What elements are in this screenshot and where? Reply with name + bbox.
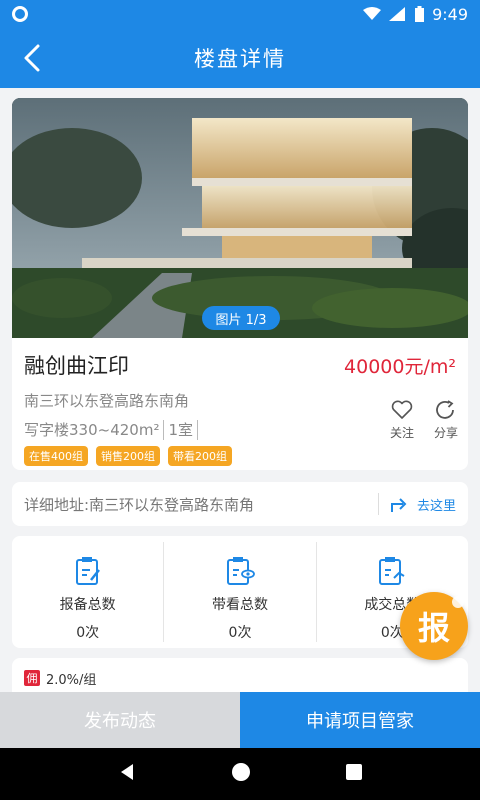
navigate-icon [390, 498, 407, 512]
divider [377, 493, 379, 515]
stat-value: 0次 [228, 625, 252, 641]
report-label: 报 [417, 609, 450, 647]
page-title: 楼盘详情 [194, 47, 286, 71]
signal-icon [389, 7, 406, 21]
share-button[interactable]: 分享 [434, 400, 458, 441]
divider [163, 419, 165, 440]
divider [197, 419, 199, 440]
report-button[interactable]: 报 [400, 592, 468, 660]
battery-icon [415, 6, 425, 22]
property-name: 融创曲江印 [24, 354, 129, 378]
badge-highlight [452, 596, 464, 608]
commission-badge: 佣 [24, 670, 40, 686]
stat-label: 带看总数 [211, 597, 268, 613]
address-card: 详细地址:南三环以东登高路东南角 去这里 [12, 482, 468, 526]
tag-sold: 销售200组 [96, 446, 160, 466]
stat-label: 报备总数 [59, 597, 116, 613]
tag-on-sale: 在售400组 [24, 446, 88, 466]
property-price: 40000元/m² [344, 356, 456, 378]
name-row: 融创曲江印 40000元/m² [24, 350, 456, 380]
wifi-icon [363, 7, 382, 20]
notification-icon [12, 6, 28, 22]
navigate-button[interactable]: 去这里 [389, 494, 456, 514]
property-card: 图片 1/3 融创曲江印 40000元/m² 南三环以东登高路东南角 写字楼33… [12, 98, 468, 470]
follow-button[interactable]: 关注 [390, 400, 414, 441]
property-rooms: 1室 [168, 421, 194, 439]
share-icon [436, 400, 454, 419]
clipboard-eye-icon [226, 557, 255, 585]
nav-home-icon[interactable] [231, 762, 251, 786]
nav-recents-icon[interactable] [345, 763, 363, 785]
bottom-bar: 发布动态 申请项目管家 [0, 692, 480, 748]
commission-row: 佣 2.0%/组 [12, 658, 468, 692]
stat-reports[interactable]: 报备总数 0次 [12, 542, 165, 642]
status-bar: 9:49 [0, 0, 480, 28]
stat-value: 0次 [76, 625, 100, 641]
publish-update-button[interactable]: 发布动态 [0, 692, 240, 748]
clipboard-edit-icon [75, 557, 100, 585]
heart-icon [391, 400, 413, 419]
system-nav-bar [0, 748, 480, 800]
nav-back-icon[interactable] [117, 762, 137, 786]
tag-viewings: 带看200组 [168, 446, 232, 466]
back-arrow-icon[interactable] [18, 42, 50, 74]
apply-manager-button[interactable]: 申请项目管家 [240, 692, 480, 748]
clock: 9:49 [432, 4, 468, 24]
image-counter: 图片 1/3 [202, 306, 280, 330]
top-bar: 楼盘详情 [0, 28, 480, 88]
stat-viewings[interactable]: 带看总数 0次 [164, 542, 317, 642]
share-label: 分享 [433, 426, 458, 440]
clipboard-handshake-icon [379, 557, 405, 585]
commission-rate: 2.0%/组 [46, 672, 97, 688]
action-group: 关注 分享 [390, 400, 458, 441]
property-image[interactable]: 图片 1/3 [12, 98, 468, 338]
tag-list: 在售400组 销售200组 带看200组 [24, 446, 456, 466]
detailed-address: 详细地址:南三环以东登高路东南角 [24, 495, 255, 514]
building-rendering [12, 98, 468, 338]
follow-label: 关注 [389, 426, 414, 440]
content: 图片 1/3 融创曲江印 40000元/m² 南三环以东登高路东南角 写字楼33… [0, 88, 480, 692]
property-type: 写字楼330~420m² [24, 421, 160, 439]
property-info: 融创曲江印 40000元/m² 南三环以东登高路东南角 写字楼330~420m²… [12, 338, 468, 466]
navigate-label: 去这里 [416, 498, 456, 514]
